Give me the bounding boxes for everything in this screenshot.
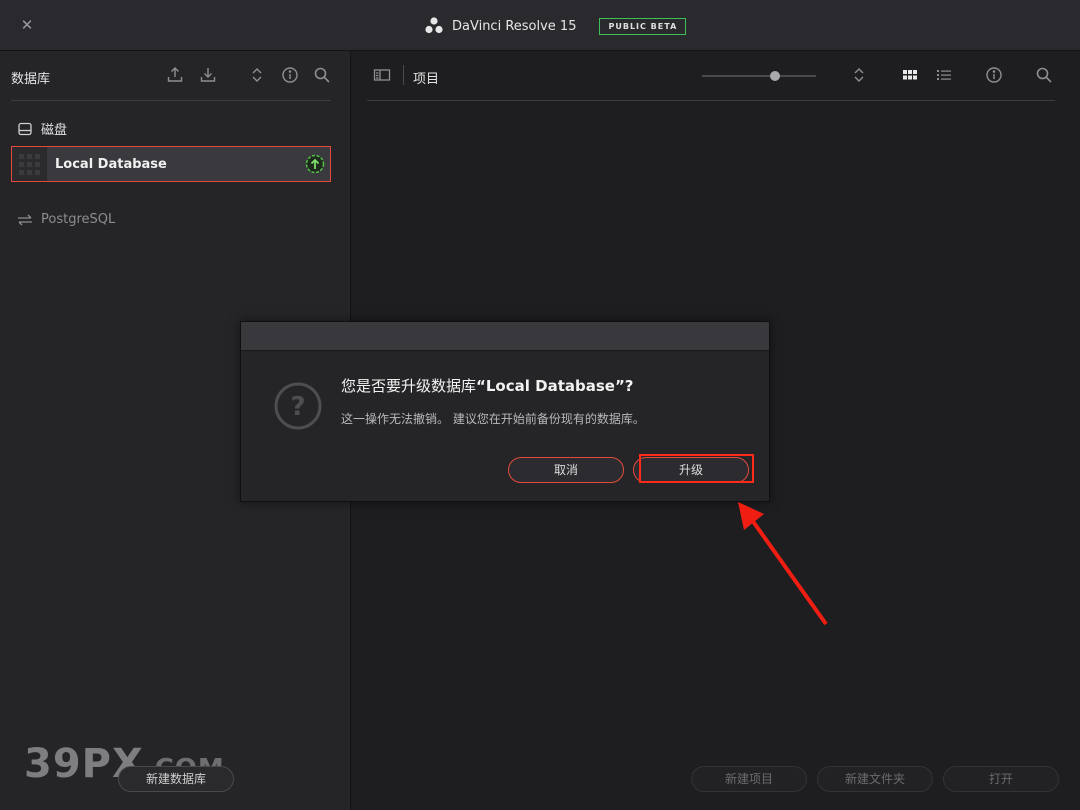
davinci-logo-icon xyxy=(425,17,443,34)
zoom-slider-knob[interactable] xyxy=(770,71,781,81)
header-divider xyxy=(403,65,404,85)
title-bar: ✕ DaVinci Resolve 15 PUBLIC BETA xyxy=(0,0,1080,51)
info-icon[interactable] xyxy=(280,65,300,85)
sort-icon[interactable] xyxy=(247,65,267,85)
dialog-title: 您是否要升级数据库“Local Database”? xyxy=(341,377,634,395)
disk-section-label: 磁盘 xyxy=(41,123,68,138)
upgrade-database-dialog: ? 您是否要升级数据库“Local Database”? 这一操作无法撤销。 建… xyxy=(240,321,770,502)
cancel-button[interactable]: 取消 xyxy=(508,457,624,483)
upgrade-button-highlight xyxy=(639,454,754,483)
svg-text:?: ? xyxy=(290,392,305,422)
projects-title: 项目 xyxy=(413,72,440,87)
database-item-name: Local Database xyxy=(55,156,167,172)
postgresql-item[interactable]: PostgreSQL xyxy=(17,212,115,227)
search-icon[interactable] xyxy=(312,65,332,85)
sort-icon[interactable] xyxy=(849,65,869,85)
close-icon[interactable]: ✕ xyxy=(18,15,36,35)
open-button[interactable]: 打开 xyxy=(943,766,1059,792)
info-icon[interactable] xyxy=(984,65,1004,85)
dialog-title-bar xyxy=(241,322,769,351)
disk-icon xyxy=(18,122,32,135)
new-project-button[interactable]: 新建项目 xyxy=(691,766,807,792)
panel-toggle-icon[interactable] xyxy=(372,65,392,85)
projects-panel-header: 项目 xyxy=(367,51,1055,101)
database-thumbnail xyxy=(12,147,47,181)
app-title: DaVinci Resolve 15 xyxy=(452,18,577,34)
beta-badge: PUBLIC BETA xyxy=(599,17,687,35)
dialog-message: 这一操作无法撤销。 建议您在开始前备份现有的数据库。 xyxy=(341,412,645,426)
new-folder-button[interactable]: 新建文件夹 xyxy=(817,766,933,792)
grid-view-icon[interactable] xyxy=(900,65,920,85)
search-icon[interactable] xyxy=(1034,65,1054,85)
upload-icon[interactable] xyxy=(165,65,185,85)
app-title-group: DaVinci Resolve 15 PUBLIC BETA xyxy=(424,15,687,37)
upgrade-icon[interactable] xyxy=(305,154,325,174)
list-view-icon[interactable] xyxy=(934,65,954,85)
annotation-arrow-icon xyxy=(738,502,828,626)
postgresql-label: PostgreSQL xyxy=(41,212,116,227)
new-database-button[interactable]: 新建数据库 xyxy=(118,766,234,792)
database-panel-title: 数据库 xyxy=(11,72,51,87)
question-icon: ? xyxy=(274,382,322,430)
download-icon[interactable] xyxy=(198,65,218,85)
zoom-slider[interactable] xyxy=(702,71,816,81)
database-panel-header: 数据库 xyxy=(11,51,331,101)
connect-arrows-icon xyxy=(18,214,32,225)
disk-section: 磁盘 xyxy=(17,119,67,138)
database-item-local[interactable]: Local Database xyxy=(11,146,331,182)
